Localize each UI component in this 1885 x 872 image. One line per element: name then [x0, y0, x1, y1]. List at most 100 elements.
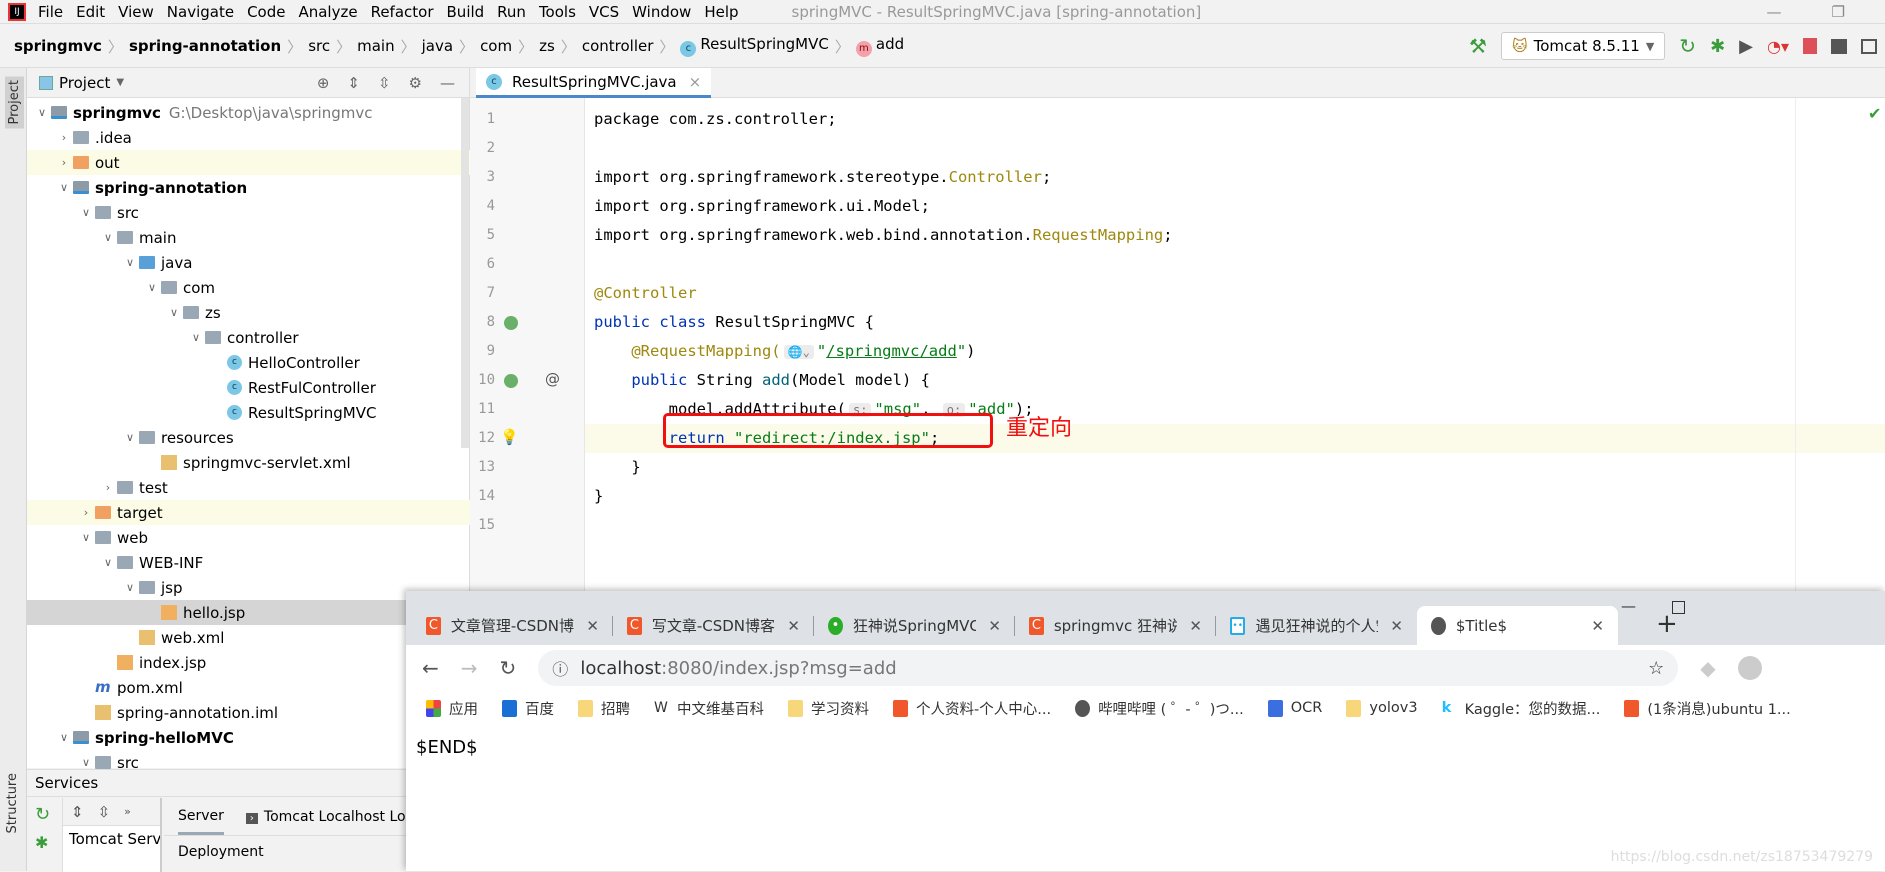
tree-item[interactable]: spring-annotation.iml: [27, 700, 470, 725]
chevron-down-icon[interactable]: ∨: [99, 556, 117, 569]
forward-arrow-icon[interactable]: →: [461, 656, 478, 680]
chevron-down-icon[interactable]: ∨: [33, 106, 51, 119]
breadcrumb-item[interactable]: m add: [855, 35, 904, 57]
chevron-down-icon[interactable]: ∨: [165, 306, 183, 319]
chevron-down-icon[interactable]: ∨: [77, 206, 95, 219]
bookmark-item[interactable]: (1条消息)ubuntu 1...: [1624, 698, 1791, 719]
maximize-button[interactable]: [1672, 601, 1685, 614]
chevron-right-icon[interactable]: ›: [55, 156, 73, 169]
tree-item[interactable]: ∨ java: [27, 250, 470, 275]
menu-file[interactable]: File: [38, 3, 63, 21]
menu-help[interactable]: Help: [704, 3, 738, 21]
tree-item[interactable]: springmvc-servlet.xml: [27, 450, 470, 475]
minimize-button[interactable]: —: [1621, 597, 1636, 615]
bookmark-item[interactable]: 招聘: [578, 698, 630, 719]
browser-tab[interactable]: C 写文章-CSDN博客 ✕: [613, 606, 814, 645]
close-icon[interactable]: ✕: [1189, 617, 1202, 635]
tree-item[interactable]: ∨ jsp: [27, 575, 470, 600]
bookmark-item[interactable]: 哔哩哔哩 ( ゜- ゜)つ...: [1075, 698, 1244, 719]
bookmark-item[interactable]: k Kaggle：您的数据...: [1441, 698, 1600, 719]
tree-item[interactable]: ∨ com: [27, 275, 470, 300]
close-icon[interactable]: ✕: [787, 617, 800, 635]
more-icon[interactable]: »: [124, 805, 131, 818]
annotation-gutter-icon[interactable]: @: [545, 370, 560, 388]
breadcrumb-item[interactable]: controller: [582, 37, 654, 55]
tree-item[interactable]: c RestFulController: [27, 375, 470, 400]
hide-icon[interactable]: —: [440, 74, 455, 92]
breadcrumb-item[interactable]: spring-annotation: [129, 37, 281, 55]
run-with-coverage-icon[interactable]: ▶: [1739, 36, 1753, 57]
tree-item[interactable]: ∨ spring-helloMVC: [27, 725, 470, 750]
tree-item[interactable]: ∨ WEB-INF: [27, 550, 470, 575]
bookmark-star-icon[interactable]: ☆: [1648, 658, 1664, 679]
rerun-icon[interactable]: ↻: [27, 798, 62, 831]
chevron-down-icon[interactable]: ∨: [99, 231, 117, 244]
browser-tab[interactable]: • 狂神说SpringMVC ✕: [814, 606, 1015, 645]
close-icon[interactable]: ✕: [988, 617, 1001, 635]
tree-item[interactable]: index.jsp: [27, 650, 470, 675]
collapse-all-icon[interactable]: ⇳: [378, 74, 391, 92]
close-icon[interactable]: ✕: [1390, 617, 1403, 635]
tree-item[interactable]: web.xml: [27, 625, 470, 650]
chevron-down-icon[interactable]: ∨: [121, 581, 139, 594]
breadcrumb-item[interactable]: java: [422, 37, 453, 55]
lightbulb-icon[interactable]: 💡: [500, 428, 519, 446]
breadcrumb-item[interactable]: zs: [539, 37, 555, 55]
spring-bean-icon[interactable]: [504, 316, 518, 330]
services-icon[interactable]: [1861, 38, 1877, 54]
chevron-down-icon[interactable]: ∨: [187, 331, 205, 344]
chevron-down-icon[interactable]: ∨: [77, 531, 95, 544]
breadcrumb-item[interactable]: springmvc: [14, 37, 102, 55]
tree-scrollbar[interactable]: [461, 98, 469, 448]
run-configuration-select[interactable]: 🐱 Tomcat 8.5.11 ▼: [1500, 32, 1666, 60]
bookmark-item[interactable]: OCR: [1267, 699, 1322, 717]
chevron-down-icon[interactable]: ∨: [143, 281, 161, 294]
locate-icon[interactable]: ⊕: [317, 74, 330, 92]
menu-analyze[interactable]: Analyze: [298, 3, 357, 21]
browser-tab[interactable]: $Title$ ✕: [1417, 606, 1618, 645]
collapse-all-icon[interactable]: ⇳: [98, 803, 111, 821]
project-tool-button[interactable]: Project: [5, 76, 24, 129]
tab-tomcat-localhost-log[interactable]: › Tomcat Localhost Log: [245, 809, 414, 825]
chevron-down-icon[interactable]: ∨: [77, 756, 95, 769]
breadcrumb-item[interactable]: src: [308, 37, 330, 55]
code-area[interactable]: 1 2 3 4 5 6 7 8 9 10 11 12 13 14 15 @ package com.zs.co…: [470, 98, 1885, 591]
minimize-button[interactable]: —: [1767, 3, 1782, 21]
tab-server[interactable]: Server: [178, 798, 224, 835]
browser-tab[interactable]: •• 遇见狂神说的个人空间 ✕: [1216, 606, 1417, 645]
breadcrumb-item[interactable]: c ResultSpringMVC: [680, 35, 829, 57]
tree-item[interactable]: ∨ springmvc G:\Desktop\java\springmvc: [27, 100, 470, 125]
tree-item[interactable]: ∨ controller: [27, 325, 470, 350]
menu-navigate[interactable]: Navigate: [167, 3, 234, 21]
tree-item[interactable]: › target: [27, 500, 470, 525]
close-icon[interactable]: ×: [689, 73, 702, 91]
back-arrow-icon[interactable]: ←: [422, 656, 439, 680]
tree-item[interactable]: ∨ main: [27, 225, 470, 250]
tree-item[interactable]: › .idea: [27, 125, 470, 150]
menu-run[interactable]: Run: [497, 3, 526, 21]
bookmark-item[interactable]: W 中文维基百科: [654, 698, 764, 719]
menu-edit[interactable]: Edit: [76, 3, 105, 21]
debug-bug-icon[interactable]: ✱: [1710, 36, 1725, 57]
expand-all-icon[interactable]: ⇕: [71, 803, 84, 821]
tree-item[interactable]: ∨ spring-annotation: [27, 175, 470, 200]
menu-build[interactable]: Build: [447, 3, 485, 21]
structure-tool-button[interactable]: Structure: [5, 773, 20, 833]
close-icon[interactable]: ✕: [1591, 617, 1604, 635]
browser-tab[interactable]: C 文章管理-CSDN博客 ✕: [412, 606, 613, 645]
tree-item[interactable]: ∨ src: [27, 200, 470, 225]
breadcrumb-item[interactable]: main: [357, 37, 394, 55]
menu-vcs[interactable]: VCS: [589, 3, 619, 21]
stop-icon[interactable]: [1803, 38, 1817, 54]
bookmark-item[interactable]: 个人资料-个人中心...: [893, 698, 1051, 719]
profile-avatar[interactable]: [1737, 656, 1762, 680]
close-icon[interactable]: ✕: [586, 617, 599, 635]
extension-icon[interactable]: ◆: [1700, 656, 1715, 680]
browser-tab[interactable]: Cspringmvc 狂神说 ✕: [1015, 606, 1216, 645]
breadcrumb-item[interactable]: com: [480, 37, 512, 55]
build-hammer-icon[interactable]: ⚒: [1469, 34, 1487, 58]
tab-resultspringmvc-java[interactable]: c ResultSpringMVC.java ×: [476, 68, 712, 98]
tree-item[interactable]: m pom.xml: [27, 675, 470, 700]
tree-item[interactable]: › test: [27, 475, 470, 500]
project-view-select[interactable]: Project: [59, 74, 110, 92]
